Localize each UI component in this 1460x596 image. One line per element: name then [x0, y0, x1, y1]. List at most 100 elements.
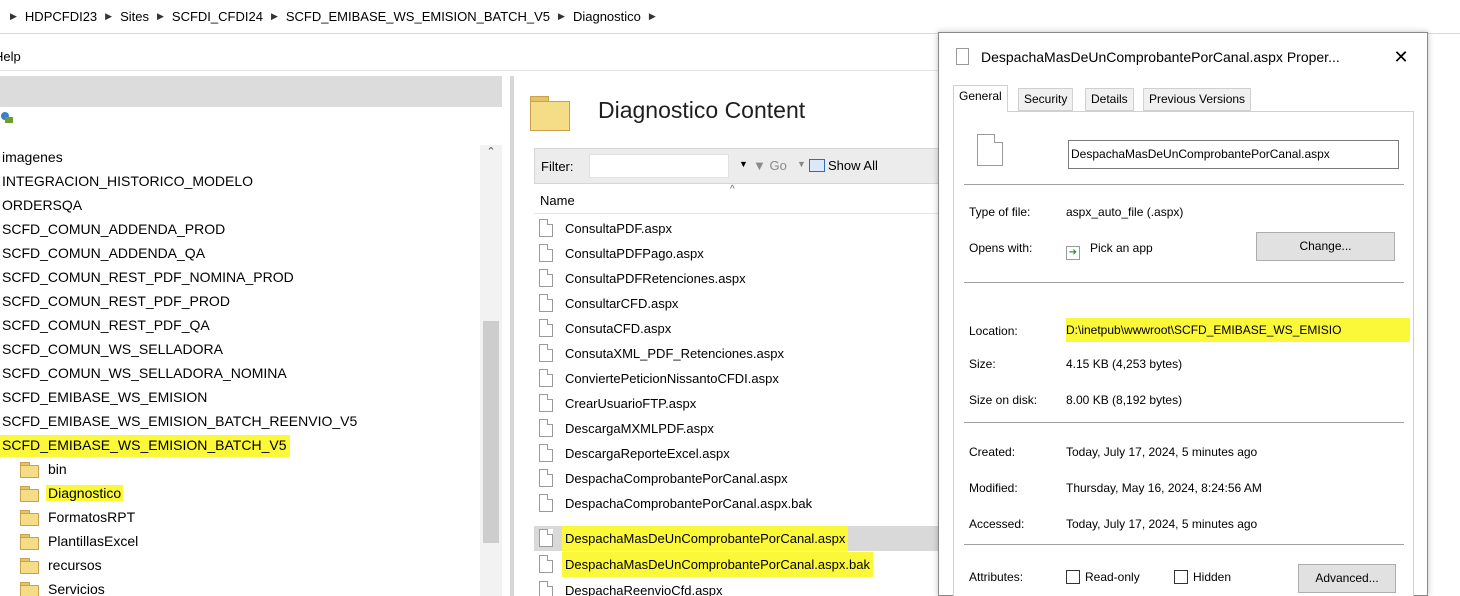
file-icon [539, 494, 553, 512]
tab-security[interactable]: Security [1018, 88, 1074, 111]
advanced-button[interactable]: Advanced... [1298, 564, 1396, 593]
tree-subfolder[interactable]: bin [20, 457, 69, 481]
chevron-down-icon[interactable]: ▼ [797, 159, 806, 169]
tree-item[interactable]: ORDERSQA [0, 193, 84, 217]
filter-input[interactable] [589, 154, 729, 178]
tree-toolbar [0, 76, 502, 107]
file-row[interactable]: ConviertePeticionNissantoCFDI.aspx [534, 366, 940, 391]
file-name: DescargaMXMLPDF.aspx [565, 421, 714, 436]
file-row[interactable]: DespachaReenvioCfd.aspx [534, 578, 940, 596]
file-icon [956, 48, 969, 65]
file-name: ConsultarCFD.aspx [565, 296, 679, 311]
folder-icon [20, 582, 39, 596]
tree-item[interactable]: SCFD_COMUN_REST_PDF_QA [0, 313, 212, 337]
tree-item-label: ORDERSQA [2, 197, 83, 213]
breadcrumb-arrow-icon[interactable]: ▶ [558, 11, 565, 22]
file-name: DescargaReporteExcel.aspx [565, 446, 730, 461]
file-name: ConsutaXML_PDF_Retenciones.aspx [565, 346, 784, 361]
breadcrumb-item-app[interactable]: SCFD_EMIBASE_WS_EMISION_BATCH_V5 [286, 9, 550, 24]
change-button[interactable]: Change... [1256, 232, 1395, 261]
tree-item-label: INTEGRACION_HISTORICO_MODELO [2, 173, 254, 189]
file-row[interactable]: ConsutaCFD.aspx [534, 316, 940, 341]
tree-item[interactable]: SCFD_COMUN_ADDENDA_QA [0, 241, 207, 265]
filter-label: Filter: [541, 159, 574, 174]
menu-help[interactable]: Help [0, 49, 21, 64]
tree-item-selected-site[interactable]: SCFD_EMIBASE_WS_EMISION_BATCH_V5 [0, 433, 291, 457]
size-label: Size: [969, 357, 996, 371]
tree-subfolder-selected[interactable]: Diagnostico [20, 481, 124, 505]
file-name-field[interactable]: DespachaMasDeUnComprobantePorCanal.aspx [1068, 140, 1399, 169]
tab-details[interactable]: Details [1085, 88, 1134, 111]
file-row[interactable]: ConsultaPDFRetenciones.aspx [534, 266, 940, 291]
breadcrumb-item-folder[interactable]: Diagnostico [573, 9, 641, 24]
tab-general[interactable]: General [953, 85, 1008, 112]
tab-previous-versions[interactable]: Previous Versions [1143, 88, 1252, 111]
file-row[interactable]: ConsutaXML_PDF_Retenciones.aspx [534, 341, 940, 366]
tree-item-label: recursos [48, 557, 102, 573]
created-label: Created: [969, 445, 1016, 459]
sort-arrow-icon: ^ [730, 184, 735, 195]
hidden-label: Hidden [1193, 570, 1232, 584]
show-all-button[interactable]: Show All [809, 158, 878, 173]
tree-item[interactable]: SCFD_EMIBASE_WS_EMISION_BATCH_REENVIO_V5 [0, 409, 359, 433]
file-icon [539, 394, 553, 412]
chevron-down-icon[interactable]: ▼ [739, 159, 748, 169]
tree-item[interactable]: imagenes [0, 145, 65, 169]
tree-item[interactable]: SCFD_COMUN_WS_SELLADORA [0, 337, 225, 361]
scrollbar-thumb[interactable] [483, 321, 499, 543]
tree-subfolder[interactable]: FormatosRPT [20, 505, 137, 529]
breadcrumb-item-site[interactable]: SCFDI_CFDI24 [172, 9, 263, 24]
divider [964, 184, 1404, 185]
close-icon[interactable]: ✕ [1387, 43, 1415, 71]
file-name: ConsultaPDF.aspx [565, 221, 672, 236]
folder-icon [530, 96, 570, 131]
breadcrumb-arrow-icon[interactable]: ▶ [649, 11, 656, 22]
breadcrumb-item-server[interactable]: HDPCFDI23 [25, 9, 97, 24]
tree-item[interactable]: SCFD_COMUN_REST_PDF_NOMINA_PROD [0, 265, 296, 289]
tree-scrollbar[interactable]: ⌃ [480, 145, 502, 596]
chevron-up-icon[interactable]: ⌃ [480, 145, 502, 163]
breadcrumb-arrow-icon[interactable]: ▶ [271, 11, 278, 22]
column-header-name[interactable]: Name ^ [534, 184, 940, 214]
tree-item[interactable]: SCFD_EMIBASE_WS_EMISION [0, 385, 209, 409]
tree-item[interactable]: INTEGRACION_HISTORICO_MODELO [0, 169, 255, 193]
file-row[interactable]: ConsultaPDF.aspx [534, 216, 940, 241]
accessed-value: Today, July 17, 2024, 5 minutes ago [1066, 517, 1258, 531]
file-icon [539, 319, 553, 337]
breadcrumb-arrow-icon[interactable]: ▶ [10, 11, 17, 22]
tree-item-label: PlantillasExcel [48, 533, 139, 549]
tree-item-label: SCFD_COMUN_ADDENDA_QA [2, 245, 206, 261]
breadcrumb-arrow-icon[interactable]: ▶ [105, 11, 112, 22]
tree-subfolder[interactable]: Servicios [20, 577, 107, 596]
connect-icon[interactable] [0, 110, 14, 124]
file-row[interactable]: CrearUsuarioFTP.aspx [534, 391, 940, 416]
breadcrumb-arrow-icon[interactable]: ▶ [157, 11, 164, 22]
menu-divider [0, 70, 940, 71]
file-row[interactable]: ConsultarCFD.aspx [534, 291, 940, 316]
file-name: DespachaReenvioCfd.aspx [565, 583, 723, 596]
tree-item[interactable]: SCFD_COMUN_ADDENDA_PROD [0, 217, 227, 241]
file-row[interactable]: DescargaMXMLPDF.aspx [534, 416, 940, 441]
file-row-selected[interactable]: DespachaMasDeUnComprobantePorCanal.aspx [534, 526, 940, 551]
tree-item[interactable]: SCFD_COMUN_REST_PDF_PROD [0, 289, 232, 313]
breadcrumb-item-sites[interactable]: Sites [120, 9, 149, 24]
file-row[interactable]: ConsultaPDFPago.aspx [534, 241, 940, 266]
go-button[interactable]: ▼ Go [753, 158, 787, 173]
hidden-checkbox[interactable]: Hidden [1174, 570, 1231, 584]
readonly-checkbox[interactable]: Read-only [1066, 570, 1140, 584]
file-row[interactable]: DespachaMasDeUnComprobantePorCanal.aspx.… [534, 552, 940, 577]
opens-with-text: Pick an app [1090, 241, 1153, 255]
tree-subfolder[interactable]: PlantillasExcel [20, 529, 140, 553]
divider [964, 544, 1404, 545]
tree-item[interactable]: SCFD_COMUN_WS_SELLADORA_NOMINA [0, 361, 289, 385]
file-icon [539, 269, 553, 287]
tree-item-label: SCFD_COMUN_REST_PDF_NOMINA_PROD [2, 269, 294, 285]
tree-subfolder[interactable]: recursos [20, 553, 104, 577]
file-row[interactable]: DespachaComprobantePorCanal.aspx [534, 466, 940, 491]
file-row[interactable]: DescargaReporteExcel.aspx [534, 441, 940, 466]
column-name-label: Name [540, 193, 575, 208]
location-value[interactable]: D:\inetpub\wwwroot\SCFD_EMIBASE_WS_EMISI… [1066, 318, 1410, 342]
dialog-titlebar[interactable]: DespachaMasDeUnComprobantePorCanal.aspx … [939, 33, 1427, 85]
dialog-title: DespachaMasDeUnComprobantePorCanal.aspx … [981, 49, 1340, 65]
file-row[interactable]: DespachaComprobantePorCanal.aspx.bak [534, 491, 940, 516]
